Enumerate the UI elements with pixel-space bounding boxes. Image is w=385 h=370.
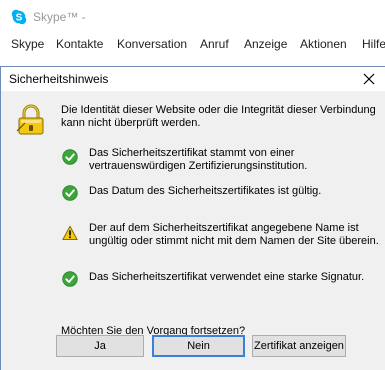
menu-item-anruf[interactable]: Anruf [200,37,229,51]
dialog-body: Die Identität dieser Website oder die In… [1,91,385,370]
menu-item-konversation[interactable]: Konversation [117,37,187,51]
security-lock-icon [16,104,44,135]
menu-item-anzeige[interactable]: Anzeige [244,37,287,51]
check-text-date-valid: Das Datum des Sicherheitszertifikates is… [89,185,322,197]
view-certificate-button[interactable]: Zertifikat anzeigen [252,335,346,357]
warning-icon [62,225,78,241]
check-icon [62,185,78,201]
svg-text:S: S [16,13,23,24]
close-button[interactable] [359,69,379,89]
check-text-strong-signature: Das Sicherheitszertifikat verwendet eine… [89,271,365,283]
menu-item-skype[interactable]: Skype [11,37,44,51]
dialog-intro-text: Die Identität dieser Website oder die In… [61,104,376,129]
skype-window-title: Skype™ - [33,10,86,24]
security-warning-dialog: Sicherheitshinweis Die Identität dieser … [0,66,385,370]
check-text-name-mismatch: Der auf dem Sicherheitszertifikat angege… [89,222,379,247]
menu-item-aktionen[interactable]: Aktionen [300,37,347,51]
check-icon [62,271,78,287]
close-icon [363,73,375,85]
no-button[interactable]: Nein [152,335,245,357]
check-text-trusted-ca: Das Sicherheitszertifikat stammt von ein… [89,147,308,172]
skype-menubar: Skype Kontakte Konversation Anruf Anzeig… [0,34,385,54]
skype-titlebar: S Skype™ - [0,0,385,34]
check-icon [62,149,78,165]
menu-item-hilfe[interactable]: Hilfe [362,37,385,51]
yes-button[interactable]: Ja [56,335,144,357]
skype-logo-icon: S [11,9,27,25]
dialog-title: Sicherheitshinweis [9,72,109,86]
dialog-titlebar: Sicherheitshinweis [1,67,385,91]
menu-item-kontakte[interactable]: Kontakte [56,37,103,51]
